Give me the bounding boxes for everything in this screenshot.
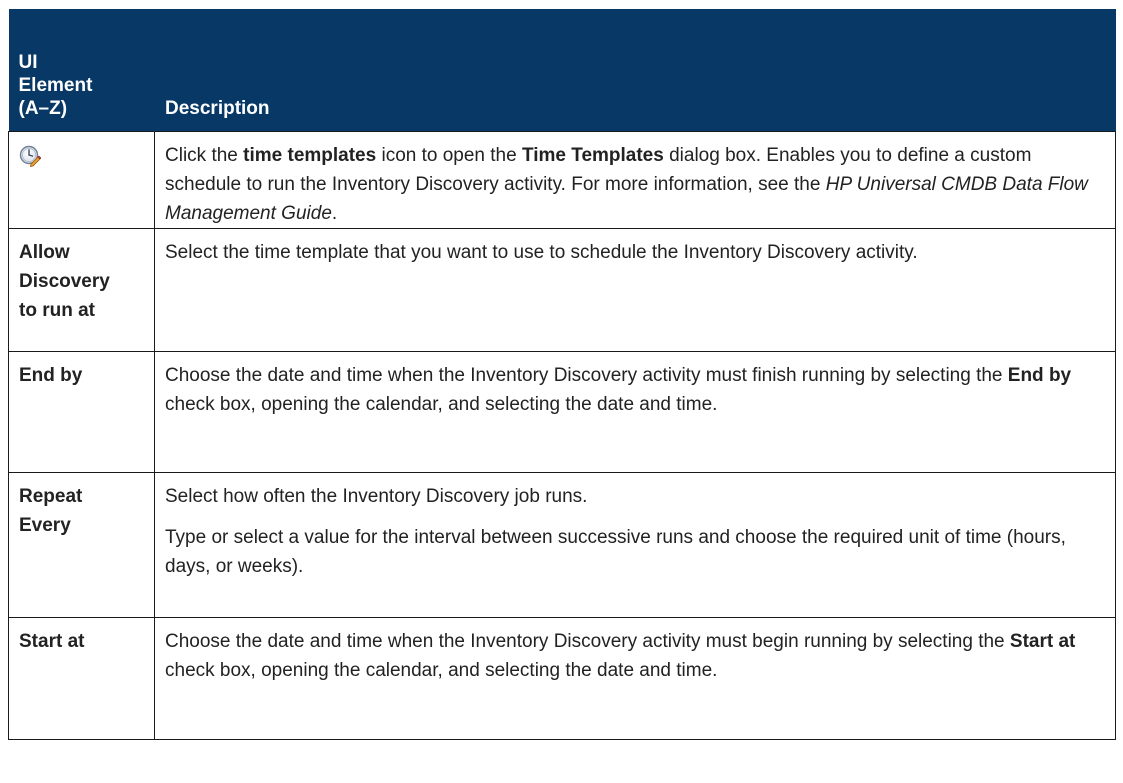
text-run: icon to open the <box>376 144 522 166</box>
ui-element-name-line: Repeat <box>19 485 83 507</box>
ui-element-name-line: Start at <box>19 630 85 652</box>
ui-element-name-line: Discovery <box>19 270 110 292</box>
description-cell: Choose the date and time when the Invent… <box>154 350 1116 473</box>
table-row: Allow Discovery to run at Select the tim… <box>8 227 1116 352</box>
bold-term: End by <box>1007 364 1072 386</box>
description-text: Choose the date and time when the Invent… <box>165 361 1105 419</box>
table-row: Click the time templates icon to open th… <box>8 130 1116 229</box>
text-run: Click the <box>165 144 244 166</box>
ui-element-cell <box>8 130 155 229</box>
ui-element-table: UI Element (A–Z) Description Click the t… <box>8 9 1116 740</box>
bold-term: time templates <box>243 144 377 166</box>
text-run: . <box>331 202 338 224</box>
ui-element-name-line: to run at <box>19 299 95 321</box>
header-ui-element-line: UI <box>18 51 38 73</box>
text-run: Choose the date and time when the Invent… <box>165 630 1010 652</box>
table-row: Start at Choose the date and time when t… <box>8 616 1116 740</box>
table-header-row: UI Element (A–Z) Description <box>8 9 1116 131</box>
ui-element-cell: End by <box>8 350 155 473</box>
ui-element-cell: Repeat Every <box>8 471 155 618</box>
ui-element-name-line: Allow <box>19 241 70 263</box>
header-ui-element: UI Element (A–Z) <box>8 9 155 131</box>
description-cell: Click the time templates icon to open th… <box>154 130 1116 229</box>
text-run: Choose the date and time when the Invent… <box>165 364 1008 386</box>
ui-element-cell: Start at <box>8 616 155 740</box>
description-cell: Choose the date and time when the Invent… <box>154 616 1116 740</box>
description-text: Choose the date and time when the Invent… <box>165 627 1105 685</box>
ui-element-name-line: Every <box>19 514 71 536</box>
text-run: check box, opening the calendar, and sel… <box>165 659 718 681</box>
description-text: Type or select a value for the interval … <box>165 526 1066 577</box>
table-row: Repeat Every Select how often the Invent… <box>8 471 1116 618</box>
description-text: Select how often the Inventory Discovery… <box>165 485 588 507</box>
description-text: Select the time template that you want t… <box>165 241 918 263</box>
ui-element-cell: Allow Discovery to run at <box>8 227 155 352</box>
header-ui-element-line: (A–Z) <box>18 97 68 119</box>
description-cell: Select how often the Inventory Discovery… <box>154 471 1116 618</box>
ui-element-name-line: End by <box>19 364 83 386</box>
description-text: Click the time templates icon to open th… <box>165 141 1105 228</box>
table-row: End by Choose the date and time when the… <box>8 350 1116 473</box>
bold-term: Start at <box>1009 630 1076 652</box>
header-description: Description <box>154 9 1116 131</box>
header-ui-element-line: Element <box>18 74 93 96</box>
bold-term: Time Templates <box>521 144 664 166</box>
time-templates-icon[interactable] <box>19 145 42 167</box>
description-cell: Select the time template that you want t… <box>154 227 1116 352</box>
text-run: check box, opening the calendar, and sel… <box>165 393 718 415</box>
